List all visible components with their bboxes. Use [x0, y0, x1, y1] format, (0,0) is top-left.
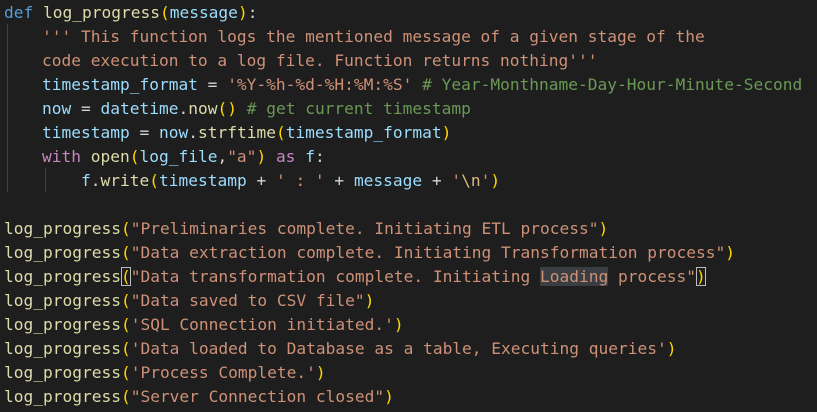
string-format: '%Y-%h-%d-%H:%M:%S': [227, 75, 413, 94]
method-now: now: [188, 99, 218, 118]
var-timestamp-format-ref: timestamp_format: [285, 123, 442, 142]
code-line-call: log_progress('SQL Connection initiated.'…: [4, 315, 404, 334]
call-message: 'Data loaded to Database as a table, Exe…: [130, 339, 667, 358]
call-log-progress: log_progress: [4, 291, 121, 310]
var-now: now: [42, 99, 72, 118]
code-line-timestamp-format: timestamp_format = '%Y-%h-%d-%H:%M:%S' #…: [42, 75, 803, 94]
code-line-docstring-1: ''' This function logs the mentioned mes…: [42, 25, 705, 49]
param-message: message: [169, 3, 238, 22]
keyword-def: def: [4, 3, 34, 22]
call-log-progress: log_progress: [4, 339, 121, 358]
code-line-call: log_progress("Data extraction complete. …: [4, 243, 735, 262]
comment-format: # Year-Monthname-Day-Hour-Minute-Second: [422, 75, 803, 94]
var-f: f: [305, 147, 315, 166]
code-line-call: log_progress('Data loaded to Database as…: [4, 339, 677, 358]
string-mode: "a": [227, 147, 257, 166]
call-log-progress: log_progress: [4, 315, 121, 334]
call-log-progress: log_progress: [4, 243, 121, 262]
keyword-as: as: [275, 147, 296, 166]
builtin-open: open: [90, 147, 130, 166]
var-now-ref: now: [158, 123, 189, 142]
method-strftime: strftime: [197, 123, 276, 142]
var-message-ref: message: [353, 171, 423, 190]
selection-highlight: Loading: [540, 267, 609, 286]
code-line-write: f.write(timestamp + ' : ' + message + '\…: [81, 171, 501, 190]
call-log-progress: log_progress: [4, 219, 121, 238]
call-message: "Server Connection closed": [130, 387, 385, 406]
code-line-call: log_progress('Process Complete.'): [4, 363, 326, 382]
bracket-match-close: ): [695, 267, 706, 286]
docstring-text: code execution to a log file. Function r…: [42, 51, 598, 70]
code-line-timestamp: timestamp = now.strftime(timestamp_forma…: [42, 123, 452, 142]
code-line-call-active: log_progress("Data transformation comple…: [4, 267, 706, 286]
code-line-now: now = datetime.now() # get current times…: [42, 99, 471, 118]
indent-guide: [45, 168, 46, 192]
call-message: "Data extraction complete. Initiating Tr…: [130, 243, 726, 262]
call-message: "Preliminaries complete. Initiating ETL …: [130, 219, 599, 238]
code-line-call: log_progress("Data saved to CSV file"): [4, 291, 375, 310]
bracket-match-open: (: [120, 267, 131, 286]
call-message: "Data saved to CSV file": [130, 291, 365, 310]
call-log-progress: log_progress: [4, 387, 121, 406]
var-log-file: log_file: [139, 147, 218, 166]
code-editor[interactable]: def log_progress(message): ''' This func…: [0, 0, 817, 412]
call-log-progress: log_progress: [4, 267, 121, 286]
code-line-docstring-2: code execution to a log file. Function r…: [42, 49, 598, 73]
function-name: log_progress: [43, 3, 160, 22]
var-f-ref: f: [81, 171, 91, 190]
method-write: write: [100, 171, 150, 190]
class-datetime: datetime: [100, 99, 179, 118]
var-timestamp: timestamp: [42, 123, 130, 142]
call-message: 'Process Complete.': [130, 363, 316, 382]
docstring-text: ''' This function logs the mentioned mes…: [42, 27, 705, 46]
code-line-call: log_progress("Server Connection closed"): [4, 387, 394, 406]
var-timestamp-format: timestamp_format: [42, 75, 198, 94]
indent-guide: [7, 24, 8, 192]
escape-newline: \n: [461, 171, 481, 190]
comment-now: # get current timestamp: [246, 99, 471, 118]
call-message: 'SQL Connection initiated.': [130, 315, 394, 334]
code-line-def: def log_progress(message):: [4, 3, 258, 22]
string-separator: ' : ': [275, 171, 325, 190]
code-line-call: log_progress("Preliminaries complete. In…: [4, 219, 609, 238]
call-log-progress: log_progress: [4, 363, 121, 382]
code-line-with: with open(log_file,"a") as f:: [42, 147, 325, 166]
var-timestamp-ref: timestamp: [158, 171, 247, 190]
keyword-with: with: [42, 147, 81, 166]
